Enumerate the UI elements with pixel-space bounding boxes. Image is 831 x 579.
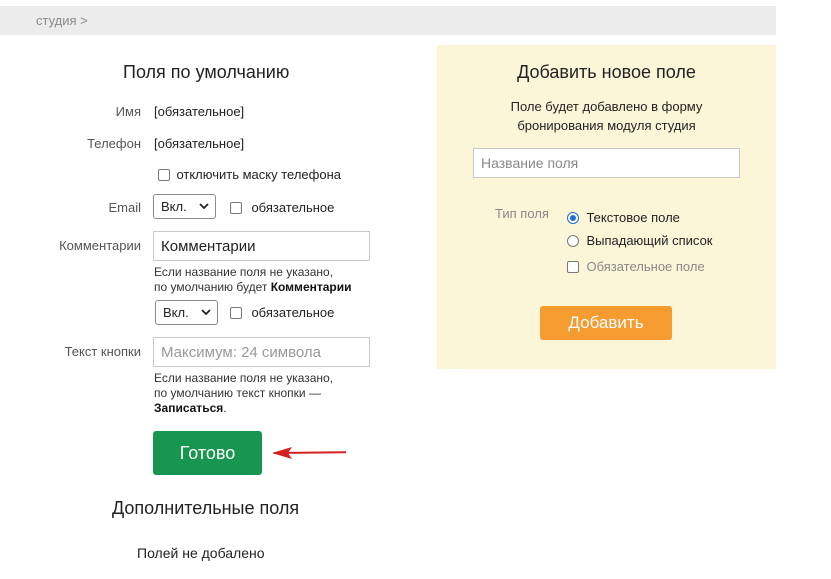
phone-value: [обязательное]	[154, 136, 245, 151]
chevron-down-icon	[199, 203, 209, 210]
extra-fields-empty: Полей не добалено	[137, 545, 265, 561]
phone-mask-checkbox[interactable]	[158, 168, 170, 181]
required-field-option[interactable]: Обязательное поле	[567, 258, 705, 276]
required-field-checkbox[interactable]	[567, 260, 579, 273]
comments-select-value: Вкл.	[163, 305, 189, 320]
add-button[interactable]: Добавить	[540, 306, 672, 340]
add-field-title: Добавить новое поле	[517, 62, 696, 82]
breadcrumb-bar: студия >	[0, 6, 776, 35]
add-field-panel: Добавить новое поле Поле будет добавлено…	[437, 45, 776, 369]
comments-required-option[interactable]: обязательное	[230, 304, 334, 322]
type-option-text[interactable]: Текстовое поле	[567, 209, 680, 227]
field-type-label: Тип поля	[495, 206, 549, 221]
button-text-hint: Если название поля не указано, по умолча…	[154, 371, 334, 415]
comments-hint: Если название поля не указано, по умолча…	[154, 265, 352, 294]
default-fields-title: Поля по умолчанию	[123, 62, 290, 82]
phone-mask-label: отключить маску телефона	[176, 167, 341, 182]
breadcrumb[interactable]: студия >	[36, 13, 88, 28]
field-name-input[interactable]: Название поля	[473, 148, 740, 178]
name-label: Имя	[115, 104, 141, 119]
email-required-label: обязательное	[251, 200, 335, 215]
done-button[interactable]: Готово	[153, 431, 262, 475]
type-option-dropdown[interactable]: Выпадающий список	[567, 232, 713, 250]
comments-required-label: обязательное	[251, 305, 335, 320]
email-required-option[interactable]: обязательное	[230, 199, 334, 217]
arrow-left-icon	[272, 447, 347, 459]
button-text-label: Текст кнопки	[64, 344, 141, 359]
button-text-input[interactable]: Максимум: 24 символа	[153, 337, 370, 367]
radio-icon[interactable]	[567, 234, 579, 247]
phone-label: Телефон	[87, 136, 141, 151]
email-label: Email	[108, 200, 141, 215]
comments-input[interactable]: Комментарии	[153, 231, 370, 261]
email-select-value: Вкл.	[161, 199, 187, 214]
name-value: [обязательное]	[154, 104, 245, 119]
phone-mask-option[interactable]: отключить маску телефона	[158, 166, 341, 184]
extra-fields-title: Дополнительные поля	[112, 498, 300, 518]
comments-label: Комментарии	[59, 238, 141, 253]
comments-required-checkbox[interactable]	[230, 306, 242, 319]
chevron-down-icon	[201, 309, 211, 316]
email-required-checkbox[interactable]	[230, 201, 242, 214]
add-field-description: Поле будет добавлено в форму бронировани…	[510, 99, 703, 133]
radio-selected-icon[interactable]	[567, 211, 579, 224]
email-select[interactable]: Вкл.	[153, 194, 216, 219]
comments-select[interactable]: Вкл.	[155, 300, 218, 325]
